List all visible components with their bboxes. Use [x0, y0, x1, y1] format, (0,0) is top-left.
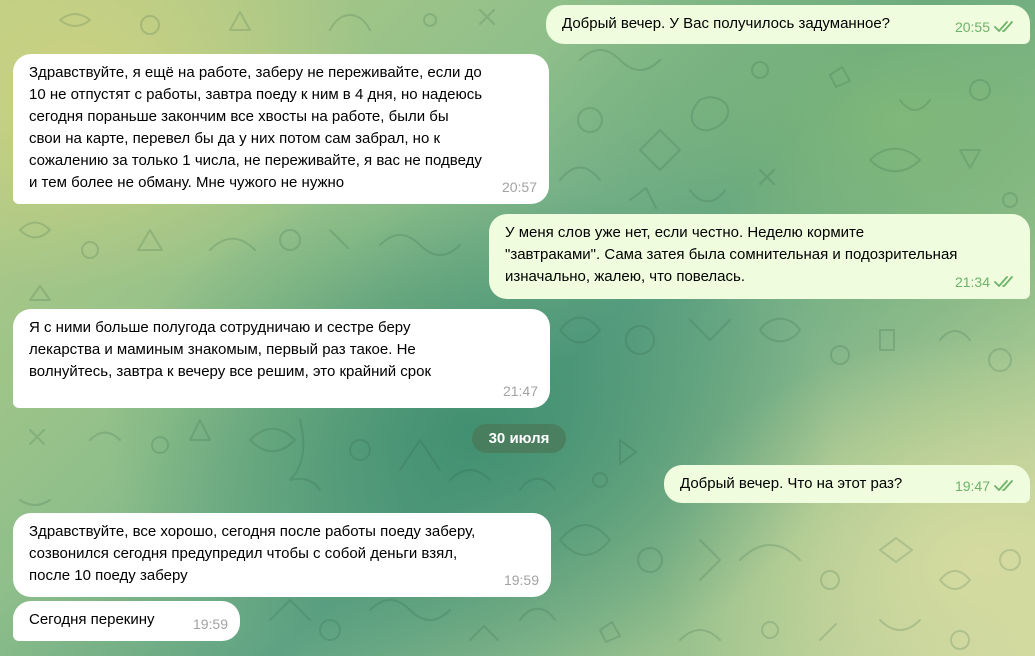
message-meta: 19:47 — [955, 475, 1018, 497]
double-check-icon — [994, 21, 1013, 32]
message-text: Здравствуйте, я ещё на работе, заберу не… — [29, 64, 483, 191]
message-text: Добрый вечер. У Вас получилось задуманно… — [562, 15, 891, 32]
date-separator: 30 июля — [472, 424, 566, 453]
message-time: 19:47 — [954, 478, 990, 494]
message-meta: 21:34 — [955, 271, 1018, 293]
message-time: 21:47 — [502, 383, 538, 399]
message-text: Добрый вечер. Что на этот раз? — [680, 475, 903, 492]
message-incoming[interactable]: Здравствуйте, я ещё на работе, заберу не… — [13, 54, 549, 204]
message-text: Я с ними больше полугода сотрудничаю и с… — [29, 319, 432, 380]
message-outgoing[interactable]: Добрый вечер. У Вас получилось задуманно… — [546, 5, 1030, 44]
message-meta: 21:47 — [503, 380, 538, 402]
message-meta: 19:59 — [504, 569, 539, 591]
message-text: Здравствуйте, все хорошо, сегодня после … — [29, 523, 476, 584]
message-outgoing[interactable]: Добрый вечер. Что на этот раз? 19:47 — [664, 465, 1030, 503]
message-incoming[interactable]: Я с ними больше полугода сотрудничаю и с… — [13, 309, 550, 408]
message-meta: 20:55 — [955, 16, 1018, 38]
message-meta: 19:59 — [193, 613, 228, 635]
message-time: 19:59 — [192, 616, 228, 632]
message-meta: 20:57 — [502, 176, 537, 198]
message-incoming[interactable]: Здравствуйте, все хорошо, сегодня после … — [13, 513, 551, 597]
message-time: 20:55 — [954, 19, 990, 35]
message-text: Сегодня перекину — [29, 611, 155, 628]
message-time: 20:57 — [501, 179, 537, 195]
double-check-icon — [994, 480, 1013, 491]
message-time: 19:59 — [503, 572, 539, 588]
message-incoming[interactable]: Сегодня перекину 19:59 — [13, 601, 240, 641]
message-text: У меня слов уже нет, если честно. Неделю… — [505, 224, 958, 285]
message-outgoing[interactable]: У меня слов уже нет, если честно. Неделю… — [489, 214, 1030, 299]
message-time: 21:34 — [954, 274, 990, 290]
double-check-icon — [994, 276, 1013, 287]
